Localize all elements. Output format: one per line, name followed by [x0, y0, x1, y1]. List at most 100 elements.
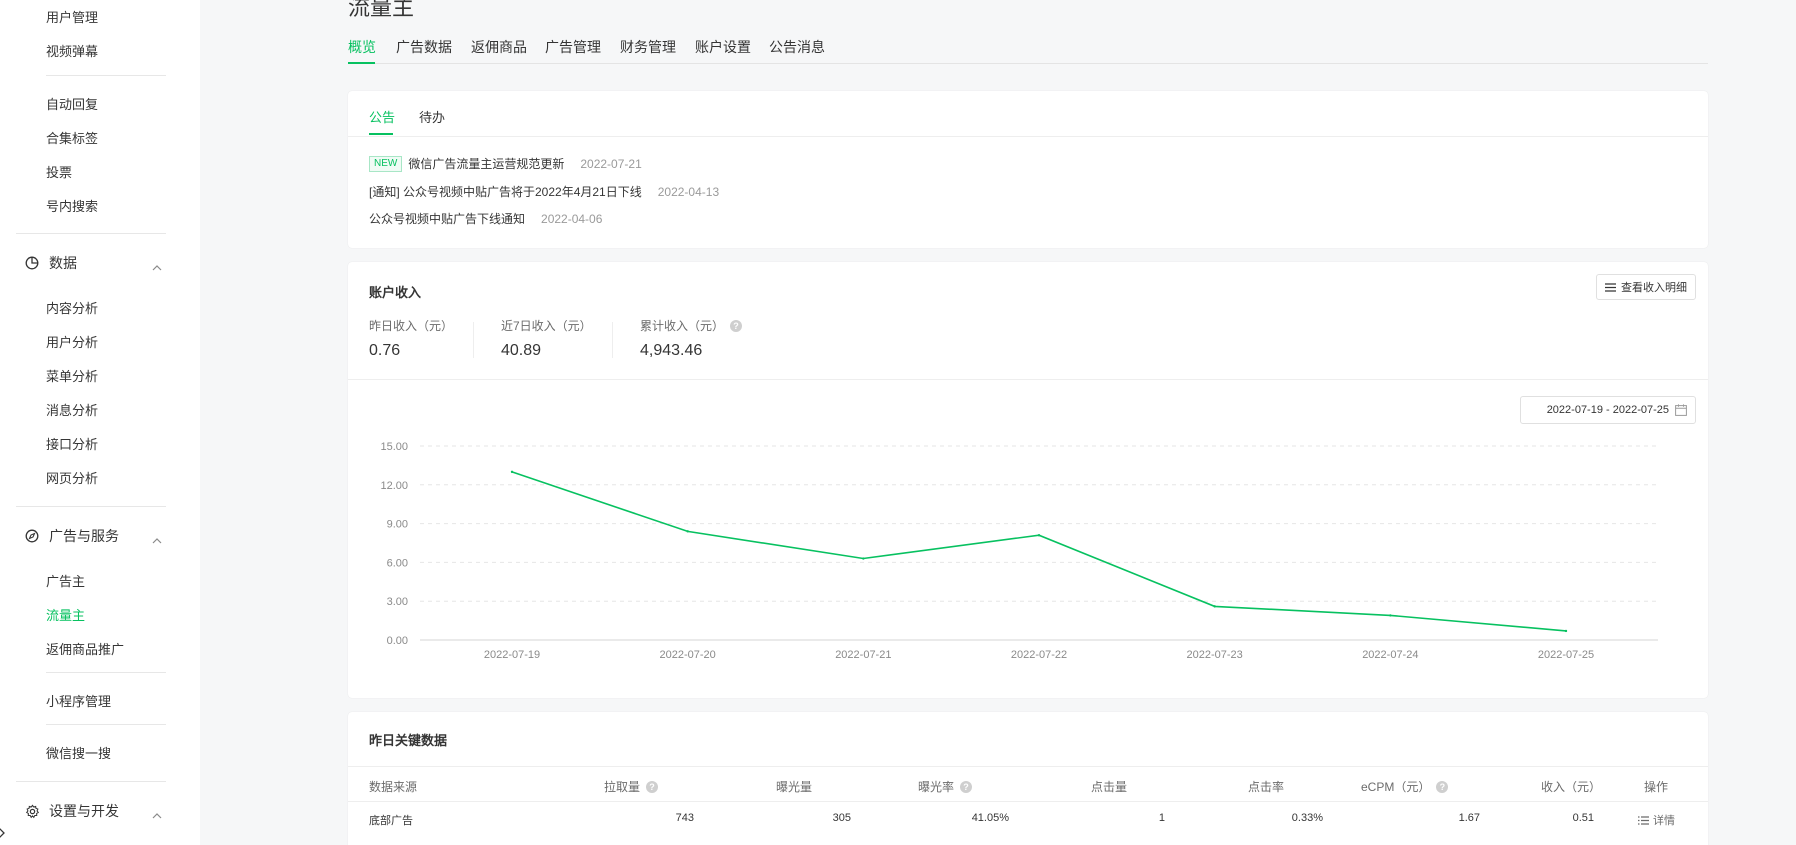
data-point[interactable]: [1389, 614, 1392, 617]
stat-7days: 近7日收入（元） 40.89: [501, 317, 592, 360]
cell-ctr: 0.33%: [1291, 812, 1323, 824]
divider: [473, 322, 474, 358]
sidebar-item-content-analysis[interactable]: 内容分析: [46, 298, 98, 317]
notice-date: 2022-04-06: [541, 211, 603, 226]
tab-account-settings[interactable]: 账户设置: [695, 37, 751, 57]
col-header-source: 数据来源: [369, 780, 418, 794]
tab-finance[interactable]: 财务管理: [620, 37, 676, 57]
sidebar-group-ads-services[interactable]: 广告与服务: [24, 524, 166, 548]
compass-icon: [24, 528, 40, 544]
divider: [348, 136, 1708, 137]
pie-chart-icon: [24, 255, 40, 271]
tab-ad-data[interactable]: 广告数据: [396, 37, 452, 57]
sidebar-item-api-analysis[interactable]: 接口分析: [46, 434, 98, 453]
notice-title[interactable]: 微信广告流量主运营规范更新: [408, 155, 564, 172]
sidebar-item-message-analysis[interactable]: 消息分析: [46, 400, 98, 419]
tab-notice[interactable]: 公告: [369, 107, 395, 126]
income-detail-button[interactable]: 查看收入明细: [1596, 274, 1696, 300]
tab-ad-management[interactable]: 广告管理: [545, 37, 601, 57]
income-title: 账户收入: [369, 285, 422, 300]
notice-date: 2022-07-21: [580, 156, 642, 171]
col-header-label: 曝光率: [918, 780, 955, 794]
tab-announcements[interactable]: 公告消息: [769, 37, 825, 57]
detail-button-label: 查看收入明细: [1621, 282, 1687, 294]
stat-total: 累计收入（元） ? 4,943.46: [640, 317, 743, 360]
data-point[interactable]: [862, 557, 865, 560]
x-tick-label: 2022-07-24: [1362, 649, 1418, 661]
sidebar-item-commission-promotion[interactable]: 返佣商品推广: [46, 639, 124, 658]
data-point[interactable]: [1037, 534, 1041, 537]
stat-value: 40.89: [501, 342, 542, 359]
calendar-icon: [1675, 404, 1687, 416]
page-title: 流量主: [348, 0, 415, 20]
notice-item[interactable]: [通知] 公众号视频中贴广告将于2022年4月21日下线 2022-04-13: [369, 183, 719, 200]
cell-exposure: 305: [832, 812, 851, 824]
date-range-picker[interactable]: 2022-07-19 - 2022-07-25: [1520, 396, 1696, 424]
notice-title[interactable]: 公众号视频中贴广告下线通知: [369, 210, 525, 227]
sidebar-item-webpage-analysis[interactable]: 网页分析: [46, 468, 98, 487]
sidebar-group-label: 广告与服务: [49, 528, 119, 544]
tab-commission-goods[interactable]: 返佣商品: [471, 37, 527, 57]
sidebar-item-miniprogram[interactable]: 小程序管理: [46, 691, 111, 710]
sidebar-item-collection-tags[interactable]: 合集标签: [46, 128, 98, 147]
y-tick-label: 3.00: [387, 596, 408, 608]
notice-title[interactable]: [通知] 公众号视频中贴广告将于2022年4月21日下线: [369, 183, 642, 200]
notice-item[interactable]: NEW 微信广告流量主运营规范更新 2022-07-21: [369, 155, 642, 172]
stat-label: 昨日收入（元）: [369, 319, 454, 333]
detail-link[interactable]: 详情: [1638, 812, 1675, 828]
sidebar-item-user-analysis[interactable]: 用户分析: [46, 332, 98, 351]
divider: [16, 506, 166, 507]
sidebar-group-label: 数据: [49, 255, 77, 271]
cell-exposure-rate: 41.05%: [971, 812, 1009, 824]
series-line: [511, 471, 1567, 632]
sidebar-group-label: 设置与开发: [49, 803, 119, 819]
sidebar-item-menu-analysis[interactable]: 菜单分析: [46, 366, 98, 385]
x-tick-label: 2022-07-21: [835, 649, 891, 661]
sidebar-group-settings-dev[interactable]: 设置与开发: [24, 799, 166, 823]
sidebar-item-account-search[interactable]: 号内搜索: [46, 196, 98, 215]
sidebar-item-wechat-search[interactable]: 微信搜一搜: [46, 743, 111, 762]
data-point[interactable]: [1564, 629, 1568, 633]
sidebar-item-auto-reply[interactable]: 自动回复: [46, 94, 98, 113]
sidebar-item-user-management[interactable]: 用户管理: [46, 7, 98, 26]
tab-bar: 概览 广告数据 返佣商品 广告管理 财务管理 账户设置 公告消息: [348, 34, 1708, 64]
help-icon[interactable]: ?: [960, 780, 973, 793]
sidebar-group-data[interactable]: 数据: [24, 251, 166, 275]
col-header-ctr: 点击率: [1248, 780, 1285, 794]
notice-item[interactable]: 公众号视频中贴广告下线通知 2022-04-06: [369, 210, 602, 227]
stat-label: 近7日收入（元）: [501, 319, 592, 333]
cell-ecpm: 1.67: [1458, 812, 1480, 824]
help-icon[interactable]: ?: [646, 780, 659, 793]
col-header-action: 操作: [1644, 780, 1669, 794]
data-point[interactable]: [686, 530, 689, 533]
tab-overview[interactable]: 概览: [348, 37, 376, 57]
col-header-pull: 拉取量 ?: [604, 778, 659, 795]
divider: [46, 724, 166, 725]
sidebar-item-video-danmaku[interactable]: 视频弹幕: [46, 41, 98, 60]
tab-todo[interactable]: 待办: [419, 107, 445, 126]
y-tick-label: 0.00: [387, 635, 408, 647]
x-tick-label: 2022-07-22: [1011, 649, 1067, 661]
col-header-exposure: 曝光量: [776, 780, 813, 794]
list-icon: [1605, 282, 1616, 292]
sidebar: 用户管理 视频弹幕 自动回复 合集标签 投票 号内搜索 数据 内容分析 用户分析…: [0, 0, 200, 845]
cell-income: 0.51: [1572, 812, 1594, 824]
help-icon[interactable]: ?: [1436, 780, 1449, 793]
x-tick-label: 2022-07-20: [660, 649, 716, 661]
y-tick-label: 6.00: [387, 557, 408, 569]
data-point[interactable]: [510, 470, 514, 474]
sidebar-item-traffic-owner[interactable]: 流量主: [46, 605, 85, 624]
divider: [348, 766, 1708, 767]
sidebar-item-advertiser[interactable]: 广告主: [46, 571, 85, 590]
gear-icon: [24, 803, 40, 819]
chevron-right-icon[interactable]: [0, 826, 6, 844]
stat-yesterday: 昨日收入（元） 0.76: [369, 317, 453, 360]
data-point[interactable]: [1213, 605, 1216, 608]
detail-link-label: 详情: [1653, 815, 1675, 827]
stat-value: 4,943.46: [640, 342, 703, 359]
income-line-chart: 0.00 3.00 6.00 9.00 12.00 15.00 2022-07-19 202…: [380, 441, 1658, 661]
tab-active-indicator: [369, 133, 393, 135]
help-icon[interactable]: ?: [730, 319, 743, 332]
sidebar-item-vote[interactable]: 投票: [46, 162, 72, 181]
stat-label-row: 累计收入（元） ?: [640, 317, 743, 334]
